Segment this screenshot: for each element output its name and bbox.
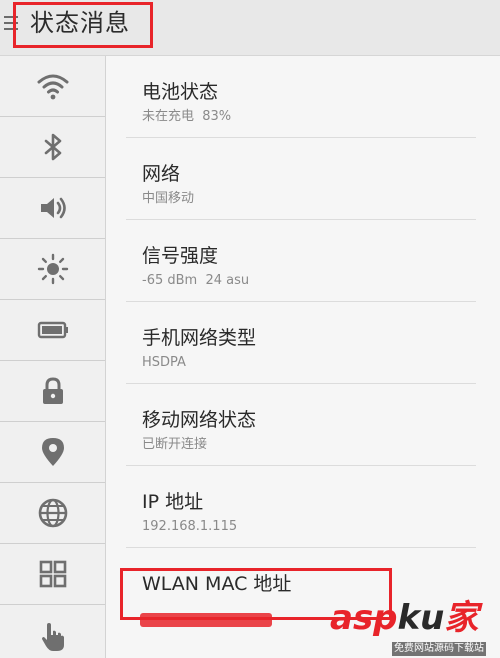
lock-icon (42, 377, 63, 404)
title-highlight-box (13, 2, 153, 48)
status-row-battery[interactable]: 电池状态 未在充电 83% (126, 56, 476, 138)
watermark-brand-b: ku (397, 598, 445, 638)
globe-icon (38, 498, 67, 528)
battery-icon (37, 321, 68, 339)
touch-icon (41, 622, 64, 651)
status-row-value: -65 dBm 24 asu (142, 273, 250, 288)
watermark-logo: aspku家 (330, 598, 478, 638)
status-row-ip[interactable]: IP 地址 192.168.1.115 (126, 466, 476, 548)
wifi-icon (37, 74, 68, 100)
status-row-title: 电池状态 (142, 81, 219, 103)
watermark-brand-c: 家 (444, 598, 479, 638)
apps-grid-icon (39, 560, 66, 588)
sidebar-item-location[interactable] (0, 422, 105, 483)
location-icon (41, 438, 64, 466)
status-row-value: 未在充电 83% (142, 109, 232, 124)
sidebar-item-wifi[interactable] (0, 56, 105, 117)
sidebar-item-sound[interactable] (0, 178, 105, 239)
site-watermark: aspku家 免费网站源码下载站 (330, 598, 496, 658)
status-row-title: 手机网络类型 (142, 327, 257, 349)
bluetooth-icon (44, 133, 61, 161)
brightness-icon (37, 253, 68, 285)
status-row-value: 192.168.1.115 (142, 519, 238, 534)
app-header: 状态消息 (0, 0, 500, 56)
watermark-tagline: 免费网站源码下载站 (392, 642, 486, 656)
sidebar-item-language[interactable] (0, 483, 105, 544)
status-row-title: IP 地址 (142, 491, 204, 513)
watermark-brand-a: asp (330, 598, 398, 638)
status-row-title: 信号强度 (142, 245, 219, 267)
sidebar-item-bluetooth[interactable] (0, 117, 105, 178)
sidebar-item-battery[interactable] (0, 300, 105, 361)
sidebar-item-display[interactable] (0, 239, 105, 300)
status-row-title: 移动网络状态 (142, 409, 257, 431)
status-row-value: 已断开连接 (142, 437, 208, 452)
status-row-value: 中国移动 (142, 191, 195, 206)
status-row-mobile-state[interactable]: 移动网络状态 已断开连接 (126, 384, 476, 466)
status-row-network-type[interactable]: 手机网络类型 HSDPA (126, 302, 476, 384)
status-row-title: 网络 (142, 163, 181, 185)
redacted-mac-value (140, 613, 272, 627)
status-row-signal[interactable]: 信号强度 -65 dBm 24 asu (126, 220, 476, 302)
sidebar-item-apps[interactable] (0, 544, 105, 605)
volume-icon (40, 197, 66, 219)
settings-sidebar (0, 56, 106, 658)
status-row-network[interactable]: 网络 中国移动 (126, 138, 476, 220)
sidebar-item-gestures[interactable] (0, 605, 105, 658)
sidebar-item-security[interactable] (0, 361, 105, 422)
status-row-value: HSDPA (142, 355, 186, 370)
